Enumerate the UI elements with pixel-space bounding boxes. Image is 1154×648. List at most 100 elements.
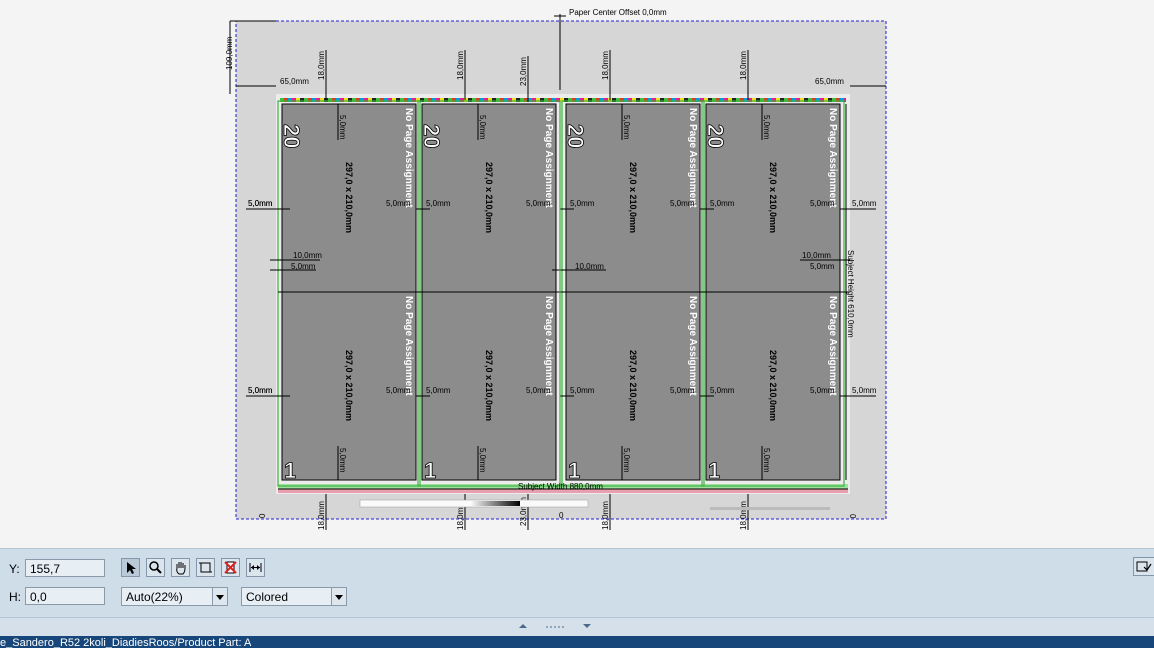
page-size-label: 297,0 x 210,0mm bbox=[344, 350, 354, 421]
y-input[interactable]: 155,7 bbox=[25, 559, 105, 577]
page-size-label: 297,0 x 210,0mm bbox=[484, 162, 494, 233]
origin-right-label: 0 bbox=[848, 514, 857, 519]
h-input[interactable]: 0,0 bbox=[25, 587, 105, 605]
side-margin-right-label: 65,0mm bbox=[815, 77, 844, 86]
status-text: e_Sandero_R52 2koli_DiadiesRoos/Product … bbox=[0, 637, 252, 648]
splitter-handle bbox=[519, 624, 591, 628]
bleed-label-left: 5,0mm bbox=[710, 386, 735, 395]
gutter-left-label: 10,0mm bbox=[293, 251, 322, 260]
bottom-toolbar: Y: 155,7 H: 0,0 Auto(22%) Colored bbox=[0, 548, 1154, 617]
bleed-label-bottom: 5,0mm bbox=[478, 448, 487, 473]
bleed-label-right: 5,0mm bbox=[386, 386, 411, 395]
hand-icon bbox=[176, 562, 186, 575]
page-size-label: 297,0 x 210,0mm bbox=[484, 350, 494, 421]
paper-top-label: 109,0mm bbox=[225, 36, 234, 70]
gripper-label-top: 18,0mm bbox=[317, 51, 326, 80]
center-gap-label-top: 23,0mm bbox=[519, 57, 528, 86]
h-label: H: bbox=[9, 590, 21, 604]
page-assignment-label: No Page Assignment bbox=[827, 296, 838, 396]
page-assignment-label: No Page Assignment bbox=[403, 296, 414, 396]
bleed-label-gutter-left: 5,0mm bbox=[291, 262, 316, 271]
bleed-label-right: 5,0mm bbox=[526, 199, 551, 208]
page-number-bottom: 1 bbox=[424, 458, 436, 483]
page-number-top: 20 bbox=[563, 124, 588, 148]
bleed-label-right: 5,0mm bbox=[810, 199, 835, 208]
collapse-down-icon[interactable] bbox=[583, 624, 591, 628]
y-label: Y: bbox=[9, 562, 20, 576]
page-number-top: 20 bbox=[419, 124, 444, 148]
paper-center-offset-label: Paper Center Offset 0,0mm bbox=[569, 8, 667, 17]
panel-splitter[interactable] bbox=[0, 617, 1154, 636]
page-size-label: 297,0 x 210,0mm bbox=[768, 162, 778, 233]
subject-width-label: Subject Width 880,0mm bbox=[518, 482, 603, 491]
gripper-label-top: 18,0mm bbox=[739, 51, 748, 80]
no-mark-icon bbox=[224, 561, 237, 574]
gripper-label-bottom: 18,0mm bbox=[317, 501, 326, 530]
bleed-label-bottom: 5,0mm bbox=[762, 448, 771, 473]
page-assignment-label: No Page Assignment bbox=[543, 108, 554, 208]
panel-icon bbox=[1136, 561, 1152, 572]
page-assignment-label: No Page Assignment bbox=[687, 108, 698, 208]
bleed-label-right: 5,0mm bbox=[670, 199, 695, 208]
bleed-label-top: 5,0mm bbox=[478, 115, 487, 140]
measure-icon bbox=[249, 563, 262, 572]
bleed-label-bottom: 5,0mm bbox=[338, 448, 347, 473]
imposition-canvas[interactable]: No Page Assignment 297,0 x 210,0mm No Page… bbox=[0, 0, 1154, 548]
page-assignment-label: No Page Assignment bbox=[687, 296, 698, 396]
page-size-label: 297,0 x 210,0mm bbox=[628, 162, 638, 233]
measure-tool-button[interactable] bbox=[246, 558, 265, 577]
gutter-right-label: 10,0mm bbox=[802, 251, 831, 260]
zoom-value: Auto(22%) bbox=[126, 590, 183, 604]
arrow-icon bbox=[127, 562, 136, 574]
bleed-label-left: 5,0mm bbox=[570, 199, 595, 208]
subject-height-label: Subject Height 610,0mm bbox=[846, 250, 855, 338]
delete-mark-button[interactable] bbox=[221, 558, 240, 577]
crop-tool-button[interactable] bbox=[196, 558, 215, 577]
bleed-label-left: 5,0mm bbox=[710, 199, 735, 208]
chevron-down-icon bbox=[212, 588, 227, 605]
page-size-label: 297,0 x 210,0mm bbox=[344, 162, 354, 233]
bleed-label-right: 5,0mm bbox=[526, 386, 551, 395]
page-assignment-label: No Page Assignment bbox=[543, 296, 554, 396]
gutter-center-label: 10,0mm bbox=[575, 262, 604, 271]
hand-tool-button[interactable] bbox=[171, 558, 190, 577]
page-number-bottom: 1 bbox=[708, 458, 720, 483]
bleed-label-right: 5,0mm bbox=[386, 199, 411, 208]
bleed-label-top: 5,0mm bbox=[622, 115, 631, 140]
slug-text bbox=[710, 507, 830, 510]
gripper-label-top: 18,0mm bbox=[456, 51, 465, 80]
zoom-tool-button[interactable] bbox=[146, 558, 165, 577]
bleed-label-top: 5,0mm bbox=[338, 115, 347, 140]
color-mode-select[interactable]: Colored bbox=[241, 587, 347, 606]
page-size-label: 297,0 x 210,0mm bbox=[628, 350, 638, 421]
chevron-down-icon bbox=[331, 588, 346, 605]
page-number-top: 20 bbox=[279, 124, 304, 148]
zoom-select[interactable]: Auto(22%) bbox=[121, 587, 228, 606]
sheet-layout[interactable]: No Page Assignment 297,0 x 210,0mm No Page… bbox=[0, 0, 1154, 548]
page-assignment-label: No Page Assignment bbox=[403, 108, 414, 208]
gripper-label-top: 18,0mm bbox=[601, 51, 610, 80]
gripper-label-bottom: 18,0mm bbox=[601, 501, 610, 530]
bleed-label-right: 5,0mm bbox=[670, 386, 695, 395]
origin-center-label: 0 bbox=[559, 511, 564, 520]
bleed-label-gutter-right: 5,0mm bbox=[810, 262, 835, 271]
magnifier-icon bbox=[149, 561, 162, 574]
frame-icon bbox=[199, 562, 212, 573]
bleed-label-left: 5,0mm bbox=[426, 386, 451, 395]
bleed-label-bottom: 5,0mm bbox=[622, 448, 631, 473]
side-margin-left-label: 65,0mm bbox=[280, 77, 309, 86]
outer-bleed-right-label: 5,0mm bbox=[852, 386, 877, 395]
bleed-label-left: 5,0mm bbox=[426, 199, 451, 208]
page-number-bottom: 1 bbox=[568, 458, 580, 483]
origin-left-label: 0 bbox=[258, 513, 267, 518]
status-bar: e_Sandero_R52 2koli_DiadiesRoos/Product … bbox=[0, 636, 1154, 648]
panel-toggle-button[interactable] bbox=[1133, 557, 1154, 576]
outer-bleed-left-label: 5,0mm bbox=[248, 386, 273, 395]
collapse-up-icon[interactable] bbox=[519, 624, 527, 628]
outer-bleed-right-label: 5,0mm bbox=[852, 199, 877, 208]
select-tool-button[interactable] bbox=[121, 558, 140, 577]
bleed-label-left: 5,0mm bbox=[570, 386, 595, 395]
gripper-label-bottom: 18,0mm bbox=[739, 501, 748, 530]
page-number-top: 20 bbox=[703, 124, 728, 148]
color-mode-value: Colored bbox=[246, 590, 289, 604]
